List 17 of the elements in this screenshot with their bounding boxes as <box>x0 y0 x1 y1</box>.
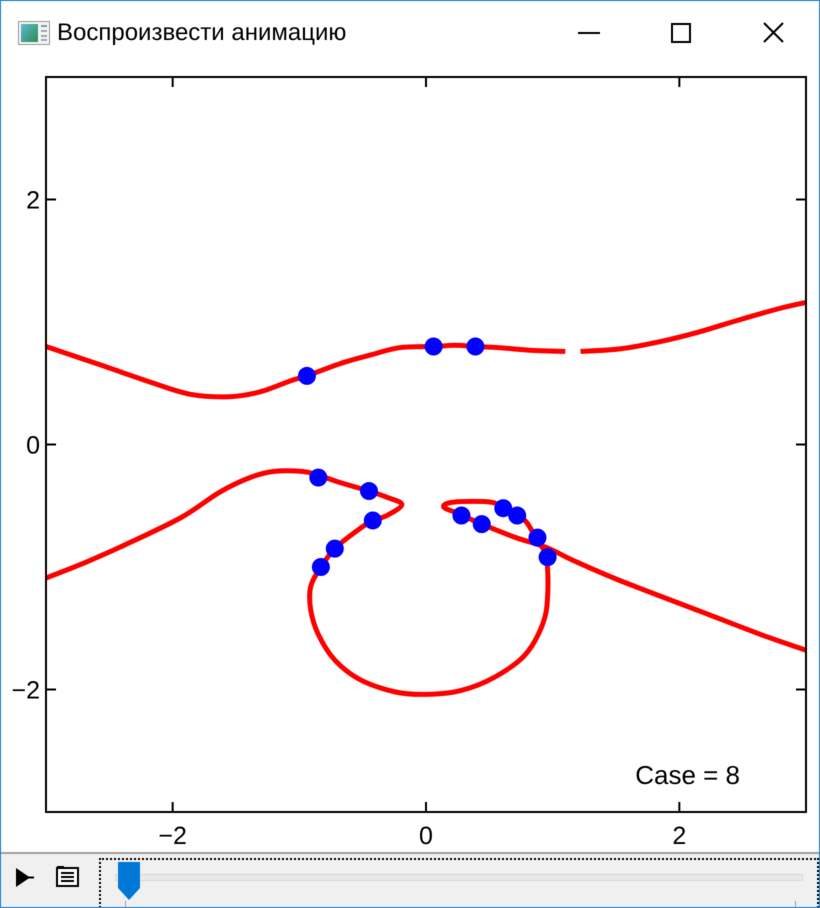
slider-control[interactable] <box>99 858 819 907</box>
app-icon <box>18 20 50 44</box>
x-tick-label: −2 <box>158 822 187 850</box>
maximize-icon <box>671 22 691 42</box>
document-icon <box>56 865 79 887</box>
x-tick-label: 0 <box>419 822 433 850</box>
x-tick-label: 2 <box>672 822 686 850</box>
window-title: Воспроизвести анимацию <box>57 18 346 48</box>
close-icon <box>762 22 784 43</box>
case-label: Case = 8 <box>635 760 740 790</box>
y-tick-label: 0 <box>26 432 40 460</box>
slider-track[interactable] <box>115 874 803 881</box>
slider-thumb[interactable] <box>118 862 140 900</box>
play-icon <box>16 868 35 887</box>
minimize-icon <box>578 32 600 34</box>
y-tick-label: −2 <box>11 676 40 704</box>
y-tick-label: 2 <box>26 186 40 214</box>
